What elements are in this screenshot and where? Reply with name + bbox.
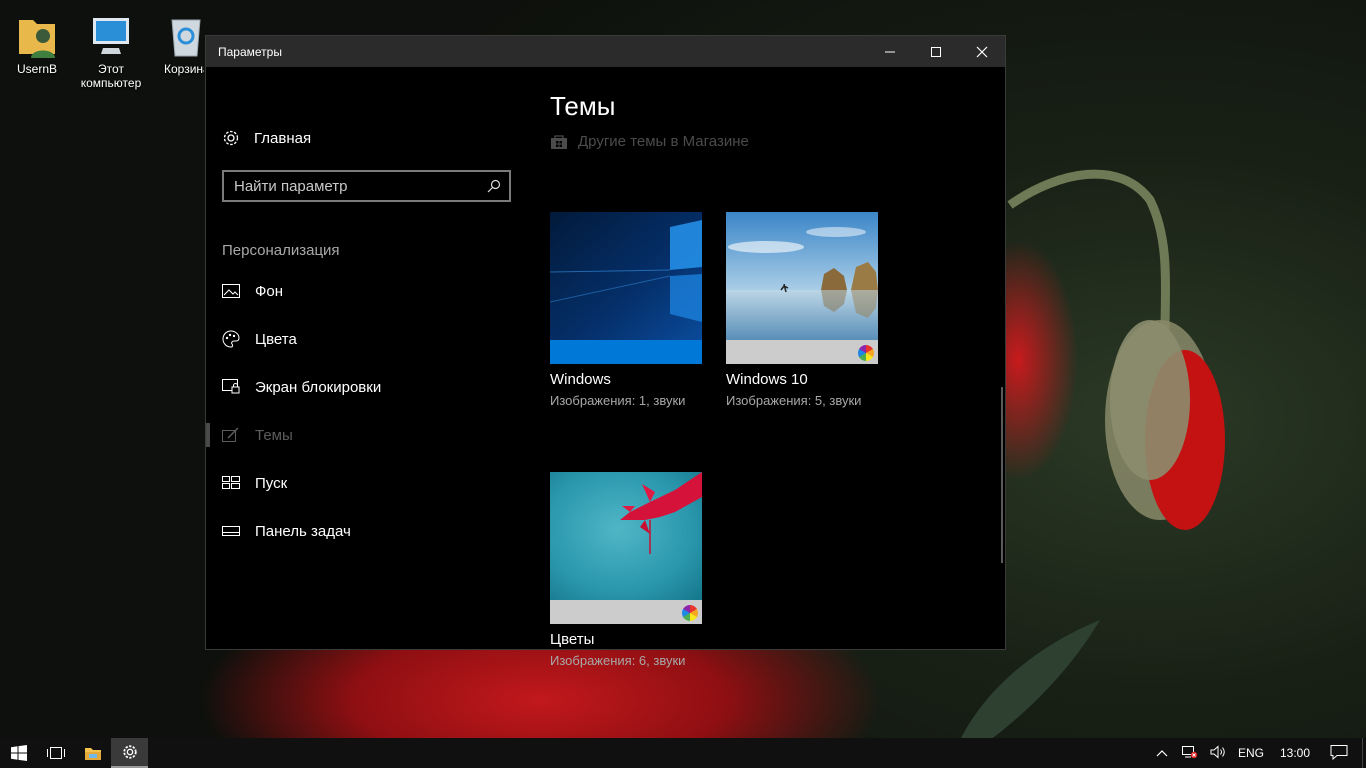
start-icon [10, 745, 27, 761]
sidebar-item-label: Пуск [255, 474, 288, 492]
start-button[interactable] [0, 738, 37, 768]
volume-icon[interactable] [1210, 744, 1226, 762]
sidebar-item-label: Экран блокировки [255, 378, 382, 396]
color-wheel-icon [682, 605, 698, 621]
theme-description: Изображения: 1, звуки [550, 393, 686, 408]
theme-card-windows-10[interactable]: Windows 10 Изображения: 5, звуки [726, 212, 878, 408]
store-link-label: Другие темы в Магазине [578, 133, 749, 150]
recycle-bin-icon [162, 12, 204, 60]
theme-thumbnail [550, 472, 702, 624]
taskbar: ENG 13:00 [0, 738, 1366, 768]
close-icon [976, 46, 988, 57]
themes-page: Темы Другие темы в Магазине Windows Изоб… [550, 67, 1006, 668]
maximize-icon [931, 46, 941, 57]
theme-name: Цветы [550, 631, 595, 648]
lock-screen-icon [222, 378, 240, 396]
nav-home-label: Главная [254, 129, 312, 147]
desktop-icon-recycle-bin[interactable]: Корзина [150, 6, 204, 76]
start-icon [222, 474, 240, 492]
search-input[interactable] [224, 177, 479, 195]
this-pc-icon [87, 12, 135, 60]
sidebar-item-background[interactable]: Фон [206, 267, 526, 315]
theme-description: Изображения: 5, звуки [726, 393, 862, 408]
minimize-button[interactable] [867, 36, 913, 67]
user-folder-icon [13, 12, 61, 60]
settings-icon [122, 745, 137, 759]
desktop-icon-label: UsernB [16, 62, 57, 76]
minimize-icon [885, 51, 895, 52]
task-view-icon [46, 747, 65, 759]
sidebar-item-label: Фон [255, 282, 284, 300]
sidebar-item-themes[interactable]: Темы [206, 411, 526, 459]
nav-home-link[interactable]: Главная [222, 129, 311, 147]
input-language[interactable]: ENG [1238, 746, 1264, 760]
network-icon[interactable] [1180, 745, 1198, 762]
store-themes-link[interactable]: Другие темы в Магазине [550, 133, 749, 150]
chevron-up-icon[interactable] [1156, 746, 1168, 760]
show-desktop-button[interactable] [1362, 738, 1366, 768]
theme-card-windows[interactable]: Windows Изображения: 1, звуки [550, 212, 702, 408]
system-tray: ENG 13:00 [1150, 738, 1366, 768]
desktop-icon-user[interactable]: UsernB [0, 6, 74, 76]
search-box[interactable] [222, 170, 511, 202]
theme-name: Windows [550, 371, 611, 388]
desktop-icon-label: Этот компьютер [80, 62, 142, 90]
desktop-icon-label: Корзина [164, 62, 204, 76]
window-title: Параметры [218, 44, 282, 59]
page-title: Темы [550, 91, 616, 121]
nav-list: Фон Цвета Экран блокировки Темы Пуск Пан… [206, 267, 526, 555]
settings-taskbar-button[interactable] [111, 738, 148, 768]
sidebar-item-lock-screen[interactable]: Экран блокировки [206, 363, 526, 411]
sidebar-item-start[interactable]: Пуск [206, 459, 526, 507]
theme-thumbnail [550, 212, 702, 364]
file-explorer-button[interactable] [74, 738, 111, 768]
sidebar-item-label: Панель задач [255, 522, 351, 540]
desktop-icon-this-pc[interactable]: Этот компьютер [74, 6, 148, 90]
close-button[interactable] [959, 36, 1005, 67]
settings-window: Параметры Главная Персонализация [205, 35, 1006, 668]
sidebar-item-label: Цвета [255, 330, 297, 348]
task-view-button[interactable] [37, 738, 74, 768]
theme-card-flowers[interactable]: Цветы Изображения: 6, звуки [550, 472, 702, 668]
theme-name: Windows 10 [726, 371, 808, 388]
action-center-icon[interactable] [1330, 744, 1348, 763]
sidebar-item-colors[interactable]: Цвета [206, 315, 526, 363]
taskbar-icon [222, 522, 240, 540]
palette-icon [222, 330, 240, 348]
file-explorer-icon [84, 748, 101, 760]
vertical-scrollbar[interactable] [1001, 387, 1003, 563]
color-wheel-icon [858, 345, 874, 361]
themes-icon [222, 426, 240, 444]
nav-section-title: Персонализация [222, 242, 340, 259]
sidebar-item-label: Темы [255, 426, 293, 444]
store-icon [551, 134, 567, 149]
theme-description: Изображения: 6, звуки [550, 653, 686, 668]
maximize-button[interactable] [913, 36, 959, 67]
window-titlebar[interactable]: Параметры [206, 36, 1005, 67]
clock-time[interactable]: 13:00 [1280, 746, 1310, 760]
gear-icon [223, 130, 239, 146]
theme-thumbnail [726, 212, 878, 364]
settings-nav: Главная Персонализация Фон Цвета [206, 67, 526, 650]
search-icon[interactable] [479, 179, 509, 193]
picture-icon [222, 282, 240, 300]
sidebar-item-taskbar[interactable]: Панель задач [206, 507, 526, 555]
